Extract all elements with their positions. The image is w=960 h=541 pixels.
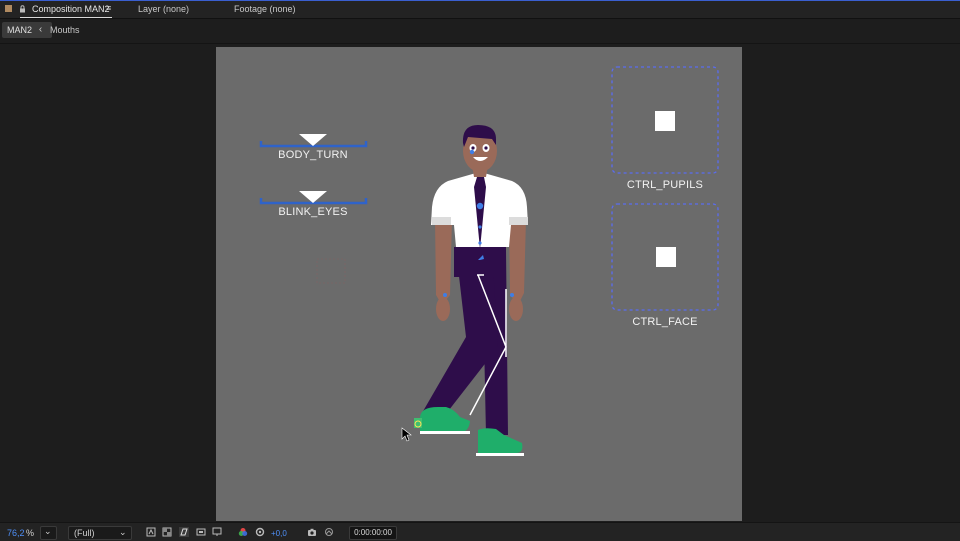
reset-exposure-icon[interactable]: [255, 527, 265, 537]
zoom-value[interactable]: 76,2: [7, 528, 25, 538]
tab-footage[interactable]: Footage (none): [234, 4, 296, 14]
resolution-label: (Full): [74, 528, 95, 538]
mouse-cursor-icon: [401, 427, 412, 442]
region-of-interest-icon[interactable]: [196, 527, 206, 537]
chevron-down-icon: ⌄: [119, 527, 127, 537]
grid-guides-icon[interactable]: [212, 527, 222, 537]
body-turn-triangle-icon: [299, 134, 327, 146]
ctrl-pupils-label: CTRL_PUPILS: [626, 179, 704, 191]
composition-canvas[interactable]: BODY_TURN BLINK_EYES CTRL_PUPILS CTRL_FA…: [216, 47, 742, 521]
panel-tab-bar: Composition MAN2 ≡ Layer (none) Footage …: [0, 1, 960, 19]
character-figure[interactable]: [414, 125, 528, 456]
mask-visibility-icon[interactable]: [179, 527, 189, 537]
ctrl-face-box[interactable]: [611, 203, 719, 311]
composition-navigator: MAN2 ‹ Mouths: [0, 19, 960, 44]
blink-eyes-slider[interactable]: [259, 191, 368, 205]
composition-panel-icon: [5, 5, 12, 12]
breadcrumb-next[interactable]: Mouths: [50, 25, 80, 35]
active-tab-indicator: [20, 17, 112, 18]
lock-icon[interactable]: [19, 5, 26, 13]
rgb-icon[interactable]: [238, 527, 248, 537]
zoom-unit: %: [26, 528, 35, 538]
blink-eyes-label: BLINK_EYES: [278, 206, 348, 218]
show-snapshot-icon[interactable]: [324, 527, 334, 537]
viewer-toolbar: 76,2 % ⌄ (Full) ⌄ +0,0 0:00:00:00: [0, 522, 960, 541]
zoom-dropdown[interactable]: ⌄: [40, 526, 57, 540]
body-turn-slider[interactable]: [259, 134, 368, 148]
tab-layer[interactable]: Layer (none): [138, 4, 189, 14]
faint-guide-box: [316, 258, 346, 284]
ctrl-face-label: CTRL_FACE: [632, 316, 698, 328]
fast-previews-icon[interactable]: [146, 527, 156, 537]
tab-composition[interactable]: Composition MAN2: [32, 4, 110, 14]
chevron-down-icon: ⌄: [44, 526, 52, 536]
ctrl-face-handle: [656, 247, 676, 267]
body-turn-label: BODY_TURN: [278, 149, 348, 161]
ctrl-pupils-box[interactable]: [611, 66, 719, 174]
exposure-value[interactable]: +0,0: [271, 529, 287, 538]
ctrl-pupils-handle: [655, 111, 675, 131]
transparency-grid-icon[interactable]: [162, 527, 172, 537]
camera-icon[interactable]: [307, 527, 317, 537]
hamburger-icon[interactable]: ≡: [106, 3, 111, 13]
character-rig-artwork: [259, 66, 719, 456]
chevron-left-icon[interactable]: ‹: [36, 22, 45, 38]
blink-eyes-triangle-icon: [299, 191, 327, 203]
timecode-display[interactable]: 0:00:00:00: [349, 526, 397, 540]
